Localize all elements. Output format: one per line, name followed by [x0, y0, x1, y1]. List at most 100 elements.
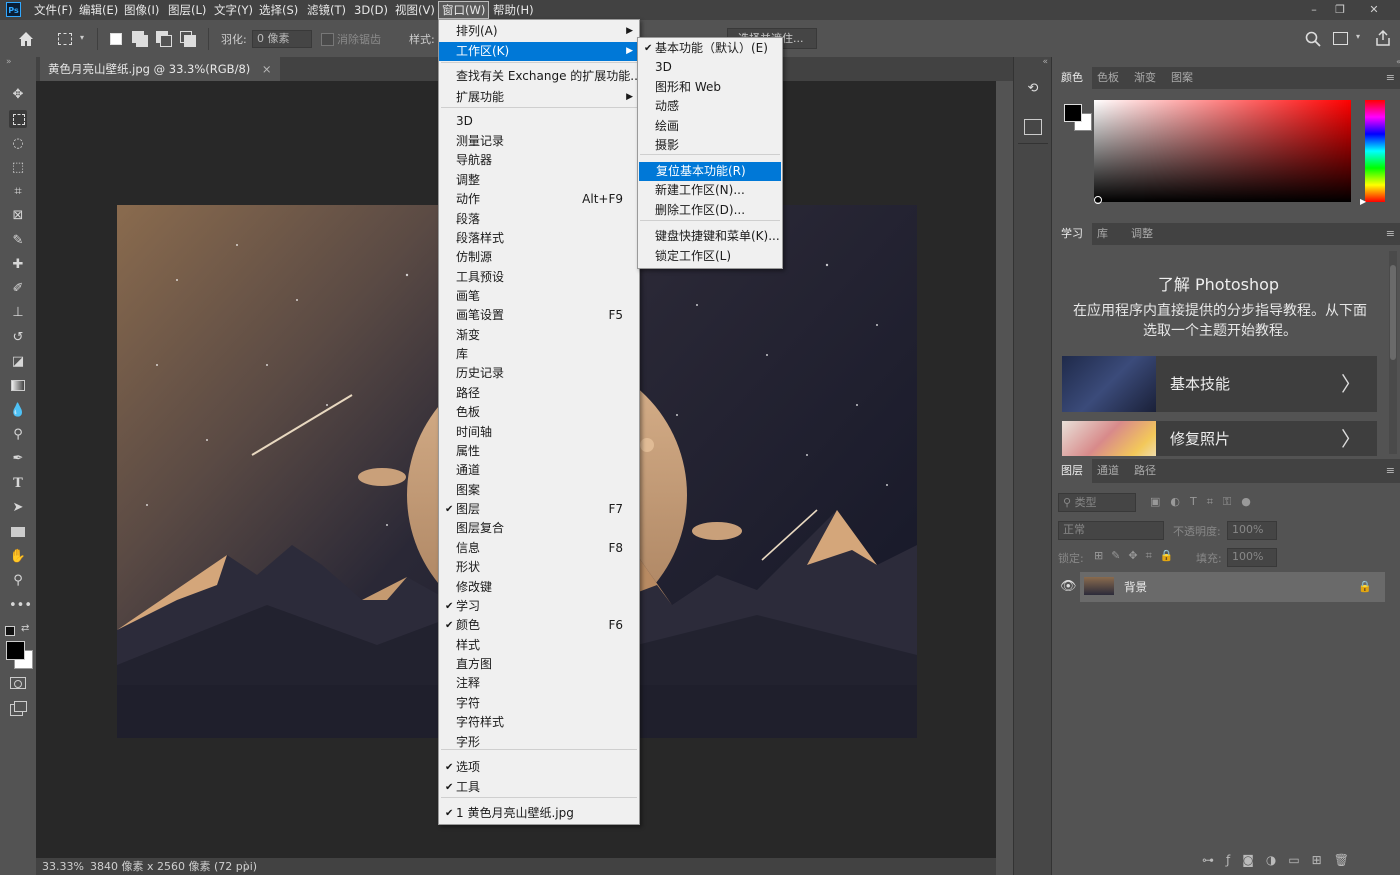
fill-input[interactable]: 100% [1227, 548, 1277, 567]
new-selection-icon[interactable] [110, 33, 122, 45]
history-brush-tool-icon[interactable]: ↺ [9, 329, 27, 347]
window-menu-item[interactable]: 扩展功能 ▶ [439, 88, 639, 107]
workspace-menu-item[interactable]: 键盘快捷键和菜单(K)... [638, 227, 780, 246]
window-menu-item[interactable]: ✔ 选项 [439, 758, 639, 777]
workspace-menu-item[interactable]: 图形和 Web [638, 78, 780, 97]
window-menu-item[interactable]: ✔ 颜色 F6 [439, 616, 639, 635]
menu-layer[interactable]: 图层(L) [165, 0, 209, 20]
menu-image[interactable]: 图像(I) [121, 0, 162, 20]
intersect-selection-icon[interactable] [180, 31, 196, 47]
workspace-menu-item[interactable]: 删除工作区(D)... [638, 201, 780, 220]
workspace-menu-item[interactable]: 锁定工作区(L) [638, 247, 780, 266]
antialias-checkbox[interactable] [321, 33, 334, 46]
brush-tool-icon[interactable]: ✐ [9, 280, 27, 298]
lasso-tool-icon[interactable]: ◌ [9, 135, 27, 153]
blend-mode-dropdown[interactable]: 正常 [1058, 521, 1164, 540]
menu-view[interactable]: 视图(V) [392, 0, 438, 20]
workspace-menu-item[interactable]: 新建工作区(N)... [638, 181, 780, 200]
workspace-icon[interactable] [1333, 32, 1348, 45]
tab-paths[interactable]: 路径 [1125, 459, 1165, 483]
restore-button[interactable]: ❐ [1327, 0, 1353, 20]
chevron-down-icon[interactable]: ▾ [1356, 32, 1360, 41]
tab-layers[interactable]: 图层 [1052, 459, 1092, 483]
zoom-level[interactable]: 33.33% [42, 858, 84, 875]
window-menu-item[interactable]: 图层复合 [439, 519, 639, 538]
window-menu-item[interactable]: 修改键 [439, 578, 639, 597]
window-menu-item[interactable]: 动作 Alt+F9 [439, 190, 639, 209]
menu-file[interactable]: 文件(F) [31, 0, 76, 20]
window-menu-item[interactable]: 库 [439, 345, 639, 364]
tab-channels[interactable]: 通道 [1088, 459, 1128, 483]
workspace-menu-item[interactable]: 复位基本功能(R) [639, 162, 781, 181]
frame-tool-icon[interactable]: ⊠ [9, 207, 27, 225]
move-tool-icon[interactable]: ✥ [9, 86, 27, 104]
hue-slider-handle[interactable]: ▶ [1360, 197, 1366, 206]
window-menu-item[interactable]: 画笔 [439, 287, 639, 306]
swap-colors-icon[interactable]: ⇄ [21, 623, 29, 634]
color-field[interactable] [1094, 100, 1351, 202]
marquee-preset-icon[interactable] [58, 33, 72, 45]
rectangle-tool-icon[interactable] [9, 523, 27, 541]
document-tab[interactable]: 黄色月亮山壁纸.jpg @ 33.3%(RGB/8) × [40, 57, 280, 81]
panel-collapse-icon[interactable]: « [1052, 57, 1400, 66]
type-tool-icon[interactable]: T [9, 475, 27, 493]
window-menu-item[interactable]: 字符 [439, 694, 639, 713]
menu-type[interactable]: 文字(Y) [211, 0, 256, 20]
zoom-tool-icon[interactable]: ⚲ [9, 572, 27, 590]
layer-row[interactable]: 背景 🔒 [1080, 572, 1385, 602]
layer-name[interactable]: 背景 [1124, 572, 1147, 602]
hand-tool-icon[interactable]: ✋ [9, 548, 27, 566]
collapse-icon[interactable]: » [6, 57, 12, 67]
more-tools-icon[interactable]: ••• [9, 597, 32, 615]
gradient-tool-icon[interactable] [9, 377, 27, 395]
menu-filter[interactable]: 滤镜(T) [304, 0, 349, 20]
info-arrow-icon[interactable]: 〉 [244, 858, 255, 875]
window-menu-item[interactable]: ✔ 工具 [439, 778, 639, 797]
opacity-input[interactable]: 100% [1227, 521, 1277, 540]
scrollbar-thumb[interactable] [1390, 265, 1396, 360]
window-menu-item[interactable]: 段落样式 [439, 229, 639, 248]
window-menu-item[interactable]: 渐变 [439, 326, 639, 345]
tab-learn[interactable]: 学习 [1052, 223, 1092, 245]
blur-tool-icon[interactable]: 💧 [9, 402, 27, 420]
window-menu-item[interactable]: 段落 [439, 210, 639, 229]
window-menu-item[interactable]: 仿制源 [439, 248, 639, 267]
quick-mask-icon[interactable] [10, 677, 26, 689]
share-icon[interactable] [1375, 29, 1391, 47]
window-menu-item[interactable]: 样式 [439, 636, 639, 655]
menu-3d[interactable]: 3D(D) [351, 0, 391, 20]
window-menu-item[interactable]: 形状 [439, 558, 639, 577]
tab-color[interactable]: 颜色 [1052, 67, 1092, 89]
foreground-color-swatch[interactable] [6, 641, 25, 660]
path-selection-tool-icon[interactable]: ➤ [9, 499, 27, 517]
panel-menu-icon[interactable]: ≡ [1386, 71, 1395, 84]
window-menu-item[interactable]: 信息 F8 [439, 539, 639, 558]
menu-help[interactable]: 帮助(H) [490, 0, 537, 20]
add-selection-icon[interactable] [132, 31, 148, 47]
tab-adjustments[interactable]: 调整 [1122, 223, 1162, 245]
workspace-menu-item[interactable]: 摄影 [638, 136, 780, 155]
history-panel-icon[interactable]: ⟲ [1024, 81, 1042, 99]
window-menu-item[interactable]: 测量记录 [439, 132, 639, 151]
pen-tool-icon[interactable]: ✒ [9, 450, 27, 468]
tab-gradients[interactable]: 渐变 [1125, 67, 1165, 89]
window-menu-item[interactable]: 路径 [439, 384, 639, 403]
window-menu-item[interactable]: 通道 [439, 461, 639, 480]
workspace-menu-item[interactable]: 3D [638, 58, 780, 77]
window-menu-item[interactable]: ✔ 1 黄色月亮山壁纸.jpg [439, 804, 639, 823]
workspace-menu-item[interactable]: ✔ 基本功能（默认）(E) [638, 39, 780, 58]
lock-icons[interactable]: ⊞✎✥⌗🔒 [1094, 549, 1182, 563]
chevron-down-icon[interactable]: ▾ [80, 33, 84, 42]
tab-swatches[interactable]: 色板 [1088, 67, 1128, 89]
window-menu-item[interactable]: 注释 [439, 674, 639, 693]
tab-patterns[interactable]: 图案 [1162, 67, 1202, 89]
hue-slider[interactable] [1365, 100, 1385, 202]
default-colors-icon[interactable] [5, 626, 15, 636]
menu-edit[interactable]: 编辑(E) [76, 0, 121, 20]
eyedropper-tool-icon[interactable]: ✎ [9, 232, 27, 250]
window-menu-item[interactable]: 工作区(K) ▶ [439, 42, 639, 61]
window-menu-item[interactable]: 时间轴 [439, 423, 639, 442]
window-menu-item[interactable]: 直方图 [439, 655, 639, 674]
foreground-color-swatch[interactable] [1064, 104, 1082, 122]
subtract-selection-icon[interactable] [156, 31, 172, 47]
